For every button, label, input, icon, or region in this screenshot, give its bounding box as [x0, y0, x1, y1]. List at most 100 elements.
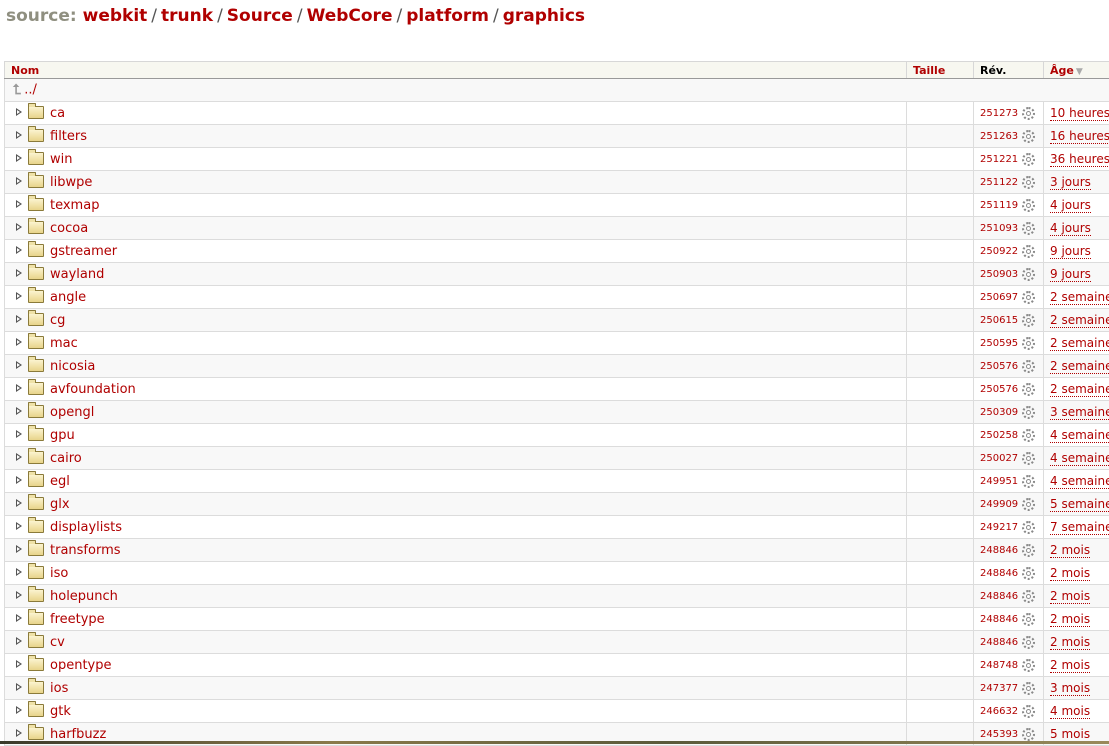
changeset-cog-icon[interactable] [1022, 406, 1035, 419]
expand-triangle-icon[interactable] [16, 499, 22, 507]
expand-triangle-icon[interactable] [16, 246, 22, 254]
expand-triangle-icon[interactable] [16, 200, 22, 208]
breadcrumb-current[interactable]: graphics [503, 6, 585, 26]
changeset-cog-icon[interactable] [1022, 636, 1035, 649]
changeset-cog-icon[interactable] [1022, 429, 1035, 442]
expand-triangle-icon[interactable] [16, 591, 22, 599]
changeset-cog-icon[interactable] [1022, 475, 1035, 488]
folder-link[interactable]: glx [50, 497, 70, 512]
age-link[interactable]: 9 jours [1050, 267, 1091, 282]
age-link[interactable]: 2 mois [1050, 612, 1090, 627]
folder-link[interactable]: ios [50, 681, 68, 696]
revision-link[interactable]: 250615 [980, 315, 1018, 326]
changeset-cog-icon[interactable] [1022, 613, 1035, 626]
revision-link[interactable]: 247377 [980, 683, 1018, 694]
changeset-cog-icon[interactable] [1022, 728, 1035, 741]
changeset-cog-icon[interactable] [1022, 245, 1035, 258]
expand-triangle-icon[interactable] [16, 223, 22, 231]
age-link[interactable]: 5 mois [1050, 727, 1090, 742]
changeset-cog-icon[interactable] [1022, 176, 1035, 189]
breadcrumb-link[interactable]: WebCore [307, 6, 393, 26]
sort-by-name-link[interactable]: Nom [11, 64, 39, 77]
expand-triangle-icon[interactable] [16, 660, 22, 668]
changeset-cog-icon[interactable] [1022, 452, 1035, 465]
changeset-cog-icon[interactable] [1022, 337, 1035, 350]
folder-link[interactable]: harfbuzz [50, 727, 106, 742]
age-link[interactable]: 2 mois [1050, 543, 1090, 558]
expand-triangle-icon[interactable] [16, 154, 22, 162]
revision-link[interactable]: 250697 [980, 292, 1018, 303]
revision-link[interactable]: 250576 [980, 384, 1018, 395]
expand-triangle-icon[interactable] [16, 522, 22, 530]
expand-triangle-icon[interactable] [16, 614, 22, 622]
expand-triangle-icon[interactable] [16, 637, 22, 645]
changeset-cog-icon[interactable] [1022, 521, 1035, 534]
changeset-cog-icon[interactable] [1022, 268, 1035, 281]
folder-link[interactable]: angle [50, 290, 86, 305]
changeset-cog-icon[interactable] [1022, 567, 1035, 580]
folder-link[interactable]: egl [50, 474, 70, 489]
column-header-size[interactable]: Taille [907, 62, 974, 79]
age-link[interactable]: 2 mois [1050, 566, 1090, 581]
revision-link[interactable]: 251122 [980, 177, 1018, 188]
folder-link[interactable]: gstreamer [50, 244, 117, 259]
age-link[interactable]: 2 semaines [1050, 336, 1109, 351]
age-link[interactable]: 7 semaines [1050, 520, 1109, 535]
expand-triangle-icon[interactable] [16, 568, 22, 576]
revision-link[interactable]: 248846 [980, 614, 1018, 625]
changeset-cog-icon[interactable] [1022, 383, 1035, 396]
changeset-cog-icon[interactable] [1022, 130, 1035, 143]
revision-link[interactable]: 251263 [980, 131, 1018, 142]
age-link[interactable]: 2 semaines [1050, 290, 1109, 305]
folder-link[interactable]: holepunch [50, 589, 118, 604]
folder-link[interactable]: cocoa [50, 221, 88, 236]
revision-link[interactable]: 248748 [980, 660, 1018, 671]
expand-triangle-icon[interactable] [16, 269, 22, 277]
age-link[interactable]: 4 semaines [1050, 451, 1109, 466]
revision-link[interactable]: 251093 [980, 223, 1018, 234]
expand-triangle-icon[interactable] [16, 315, 22, 323]
age-link[interactable]: 4 jours [1050, 221, 1091, 236]
folder-link[interactable]: cv [50, 635, 65, 650]
sort-by-age-link[interactable]: Âge [1050, 64, 1074, 77]
breadcrumb-link[interactable]: platform [406, 6, 489, 26]
revision-link[interactable]: 250922 [980, 246, 1018, 257]
expand-triangle-icon[interactable] [16, 108, 22, 116]
expand-triangle-icon[interactable] [16, 384, 22, 392]
revision-link[interactable]: 250595 [980, 338, 1018, 349]
age-link[interactable]: 4 semaines [1050, 428, 1109, 443]
changeset-cog-icon[interactable] [1022, 544, 1035, 557]
folder-link[interactable]: texmap [50, 198, 99, 213]
changeset-cog-icon[interactable] [1022, 590, 1035, 603]
age-link[interactable]: 3 jours [1050, 175, 1091, 190]
expand-triangle-icon[interactable] [16, 545, 22, 553]
folder-link[interactable]: gpu [50, 428, 75, 443]
changeset-cog-icon[interactable] [1022, 498, 1035, 511]
folder-link[interactable]: win [50, 152, 72, 167]
expand-triangle-icon[interactable] [16, 706, 22, 714]
folder-link[interactable]: cairo [50, 451, 82, 466]
age-link[interactable]: 4 semaines [1050, 474, 1109, 489]
revision-link[interactable]: 246632 [980, 706, 1018, 717]
folder-link[interactable]: opentype [50, 658, 111, 673]
changeset-cog-icon[interactable] [1022, 153, 1035, 166]
folder-link[interactable]: mac [50, 336, 78, 351]
revision-link[interactable]: 251221 [980, 154, 1018, 165]
expand-triangle-icon[interactable] [16, 476, 22, 484]
revision-link[interactable]: 250027 [980, 453, 1018, 464]
expand-triangle-icon[interactable] [16, 453, 22, 461]
changeset-cog-icon[interactable] [1022, 360, 1035, 373]
changeset-cog-icon[interactable] [1022, 199, 1035, 212]
changeset-cog-icon[interactable] [1022, 107, 1035, 120]
changeset-cog-icon[interactable] [1022, 659, 1035, 672]
folder-link[interactable]: transforms [50, 543, 121, 558]
expand-triangle-icon[interactable] [16, 338, 22, 346]
age-link[interactable]: 3 semaines [1050, 405, 1109, 420]
age-link[interactable]: 3 mois [1050, 681, 1090, 696]
age-link[interactable]: 2 semaines [1050, 313, 1109, 328]
expand-triangle-icon[interactable] [16, 292, 22, 300]
revision-link[interactable]: 250309 [980, 407, 1018, 418]
changeset-cog-icon[interactable] [1022, 222, 1035, 235]
age-link[interactable]: 36 heures [1050, 152, 1109, 167]
revision-link[interactable]: 248846 [980, 637, 1018, 648]
